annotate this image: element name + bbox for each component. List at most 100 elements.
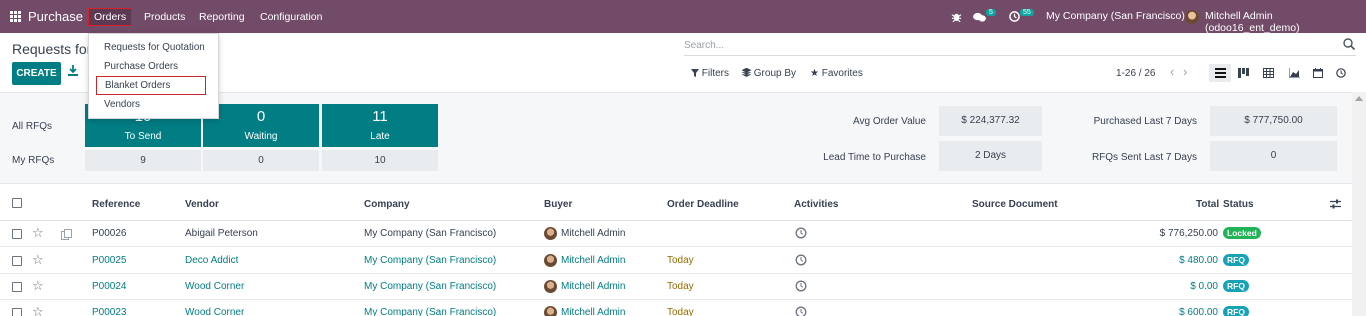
activity-clock-icon[interactable] xyxy=(795,280,807,292)
tile-late-label: Late xyxy=(370,131,390,142)
download-icon[interactable] xyxy=(68,65,78,77)
activity-clock-icon[interactable] xyxy=(1009,11,1020,22)
cell-company[interactable]: My Company (San Francisco) xyxy=(364,255,496,266)
app-switcher-icon[interactable] xyxy=(10,11,21,22)
table-row[interactable]: ☆ P00023 Wood Corner My Company (San Fra… xyxy=(0,300,1352,316)
cell-vendor[interactable]: Wood Corner xyxy=(185,307,244,316)
tile-late[interactable]: 11 Late xyxy=(322,104,438,147)
user-menu[interactable]: Mitchell Admin (odoo16_ent_demo) xyxy=(1205,10,1366,34)
cell-vendor[interactable]: Abigail Peterson xyxy=(185,228,258,239)
cell-buyer[interactable]: Mitchell Admin xyxy=(561,281,625,292)
col-buyer[interactable]: Buyer xyxy=(544,199,572,210)
search-bar[interactable]: Search... xyxy=(684,34,1356,56)
row-checkbox[interactable] xyxy=(12,282,22,292)
cell-buyer[interactable]: Mitchell Admin xyxy=(561,228,625,239)
row-checkbox[interactable] xyxy=(12,308,22,316)
activity-clock-icon[interactable] xyxy=(795,227,807,239)
debug-bug-icon[interactable] xyxy=(951,11,962,22)
activity-view-button[interactable] xyxy=(1330,64,1352,82)
pager-next-icon[interactable]: › xyxy=(1183,64,1187,79)
pivot-view-icon xyxy=(1262,68,1274,78)
menu-item-requests-for-quotation[interactable]: Requests for Quotation xyxy=(104,42,205,53)
favorites-toggle[interactable]: ★ Favorites xyxy=(810,68,863,79)
buyer-avatar xyxy=(544,227,557,240)
company-switcher[interactable]: My Company (San Francisco) xyxy=(1046,10,1185,22)
cell-reference[interactable]: P00024 xyxy=(92,281,126,292)
my-to-send[interactable]: 9 xyxy=(85,150,201,171)
table-row[interactable]: ☆ P00026 Abigail Peterson My Company (Sa… xyxy=(0,221,1352,247)
tile-waiting-label: Waiting xyxy=(244,131,278,142)
pager-value[interactable]: 1-26 / 26 xyxy=(1116,68,1155,79)
select-all-checkbox[interactable] xyxy=(12,198,22,208)
cell-deadline: Today xyxy=(667,307,694,316)
kanban-view-button[interactable] xyxy=(1232,64,1254,82)
kpi-avg-order-value: $ 224,377.32 xyxy=(939,106,1042,136)
cell-reference[interactable]: P00025 xyxy=(92,255,126,266)
cell-buyer[interactable]: Mitchell Admin xyxy=(561,255,625,266)
kpi-rfqs-sent-value: 0 xyxy=(1210,141,1337,171)
col-status[interactable]: Status xyxy=(1223,199,1254,210)
vertical-scrollbar[interactable] xyxy=(1352,92,1366,316)
col-activities[interactable]: Activities xyxy=(794,199,838,210)
activity-clock-icon[interactable] xyxy=(795,306,807,316)
pager-prev-icon[interactable]: ‹ xyxy=(1170,64,1174,79)
create-button[interactable]: CREATE xyxy=(12,62,61,85)
tile-waiting[interactable]: 0 Waiting xyxy=(203,104,319,147)
table-header: Reference Vendor Company Buyer Order Dea… xyxy=(0,188,1352,221)
filters-toggle[interactable]: Filters xyxy=(691,68,729,79)
calendar-view-icon xyxy=(1313,68,1323,78)
kpi-avg-order-label: Avg Order Value xyxy=(852,116,926,127)
search-icon[interactable] xyxy=(1342,37,1356,51)
menu-item-vendors[interactable]: Vendors xyxy=(104,99,140,110)
cell-company[interactable]: My Company (San Francisco) xyxy=(364,228,496,239)
priority-star-icon[interactable]: ☆ xyxy=(32,304,44,316)
my-waiting[interactable]: 0 xyxy=(203,150,319,171)
cell-total: $ 776,250.00 xyxy=(1159,228,1218,239)
menu-configuration[interactable]: Configuration xyxy=(260,11,322,23)
pivot-view-button[interactable] xyxy=(1257,64,1279,82)
user-avatar[interactable] xyxy=(1185,10,1199,24)
cell-reference[interactable]: P00026 xyxy=(92,228,126,239)
app-name[interactable]: Purchase xyxy=(28,9,83,24)
search-placeholder: Search... xyxy=(684,40,725,51)
status-badge: RFQ xyxy=(1223,306,1249,316)
col-company[interactable]: Company xyxy=(364,199,410,210)
col-vendor[interactable]: Vendor xyxy=(185,199,219,210)
menu-reporting[interactable]: Reporting xyxy=(199,11,245,23)
col-order-deadline[interactable]: Order Deadline xyxy=(667,199,739,210)
layers-icon xyxy=(741,67,752,77)
cell-buyer[interactable]: Mitchell Admin xyxy=(561,307,625,316)
cell-vendor[interactable]: Wood Corner xyxy=(185,281,244,292)
row-checkbox[interactable] xyxy=(12,229,22,239)
status-badge: Locked xyxy=(1223,227,1261,239)
col-reference[interactable]: Reference xyxy=(92,199,140,210)
calendar-view-button[interactable] xyxy=(1307,64,1329,82)
chat-icon[interactable] xyxy=(973,12,986,23)
scroll-up-icon[interactable] xyxy=(1355,96,1363,101)
optional-columns-icon[interactable] xyxy=(1330,199,1341,209)
cell-reference[interactable]: P00023 xyxy=(92,307,126,316)
table-row[interactable]: ☆ P00025 Deco Addict My Company (San Fra… xyxy=(0,248,1352,274)
menu-orders[interactable]: Orders xyxy=(88,8,133,26)
row-checkbox[interactable] xyxy=(12,256,22,266)
duplicate-icon[interactable] xyxy=(61,229,72,240)
menu-products[interactable]: Products xyxy=(144,11,185,23)
col-total[interactable]: Total xyxy=(1196,199,1219,210)
priority-star-icon[interactable]: ☆ xyxy=(32,225,44,241)
list-view-button[interactable] xyxy=(1209,64,1231,82)
graph-view-button[interactable] xyxy=(1283,64,1305,82)
cell-vendor[interactable]: Deco Addict xyxy=(185,255,238,266)
menu-item-purchase-orders[interactable]: Purchase Orders xyxy=(104,61,178,72)
cell-company[interactable]: My Company (San Francisco) xyxy=(364,281,496,292)
cell-company[interactable]: My Company (San Francisco) xyxy=(364,307,496,316)
priority-star-icon[interactable]: ☆ xyxy=(32,278,44,294)
groupby-toggle[interactable]: Group By xyxy=(741,67,797,79)
col-source-document[interactable]: Source Document xyxy=(972,199,1058,210)
activity-clock-icon[interactable] xyxy=(795,254,807,266)
orders-dropdown-menu: Requests for Quotation Purchase Orders B… xyxy=(88,33,219,119)
my-late[interactable]: 10 xyxy=(322,150,438,171)
priority-star-icon[interactable]: ☆ xyxy=(32,252,44,268)
table-row[interactable]: ☆ P00024 Wood Corner My Company (San Fra… xyxy=(0,274,1352,300)
menu-item-blanket-orders[interactable]: Blanket Orders xyxy=(96,76,206,95)
groupby-label: Group By xyxy=(753,68,797,79)
